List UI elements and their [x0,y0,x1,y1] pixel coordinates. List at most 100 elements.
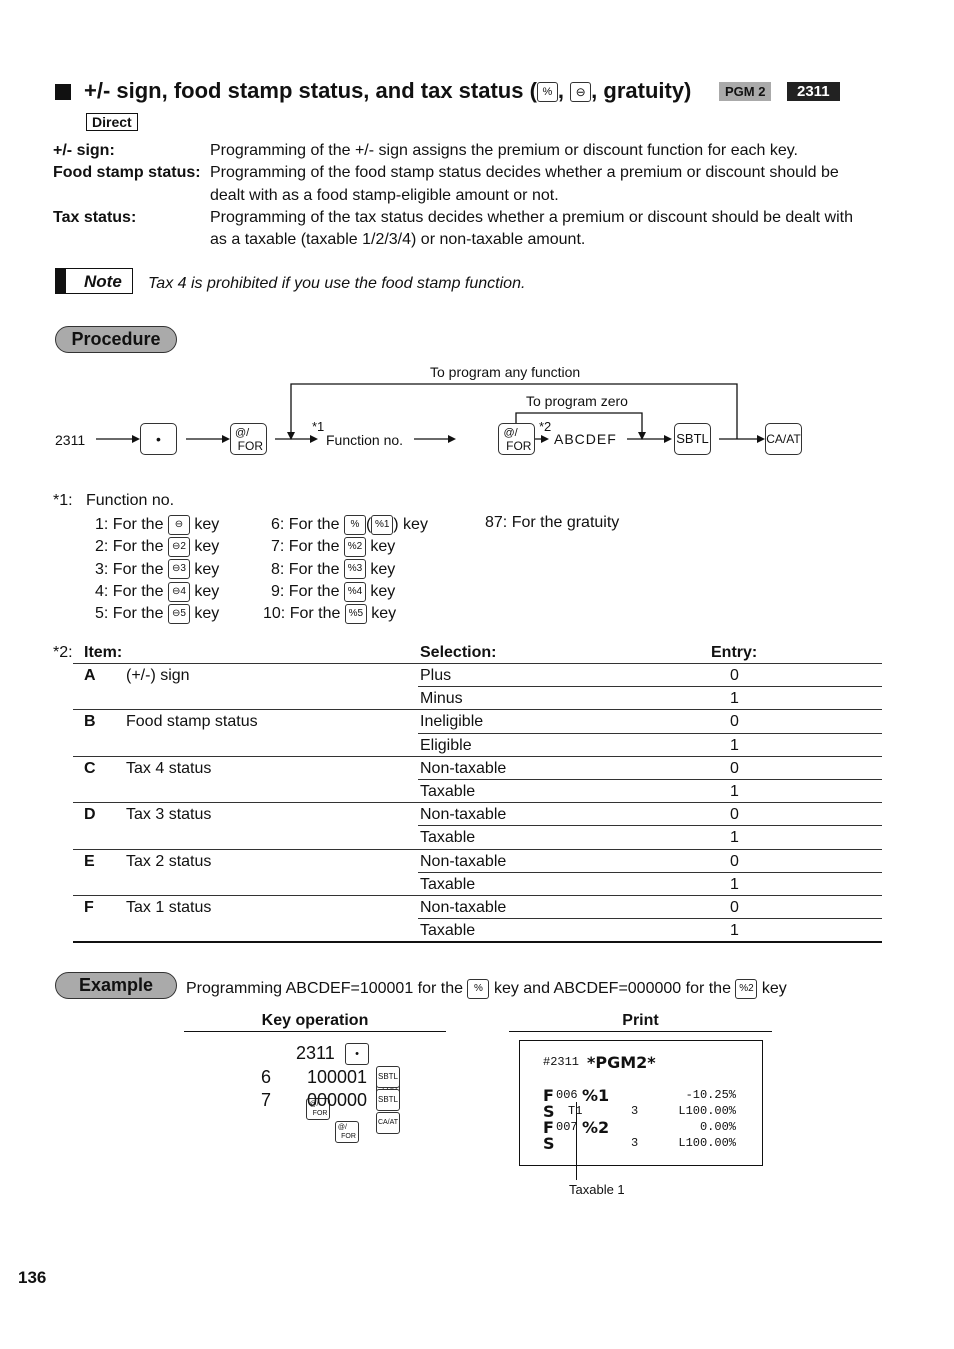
function-title: Function no. [86,492,175,509]
receipt-code: #2311 [543,1055,580,1069]
percent2-key-icon: %2 [735,979,758,999]
function-item: 1: For the ⊖ key [95,514,220,535]
table-subrule [418,825,882,827]
row-item: Tax 4 status [126,759,212,777]
example-text-2: key and ABCDEF=000000 for the [493,980,731,998]
row-entry: 1 [730,783,739,800]
row-entry: 1 [730,829,739,847]
dot-key: • [345,1043,369,1065]
table-subrule [418,686,882,688]
row-item: (+/-) sign [126,667,190,684]
procedure-flow-lines [96,383,765,443]
row-entry: 0 [730,899,739,916]
print-rule [509,1031,772,1032]
row-selection: Taxable [420,875,476,893]
table-subrule [418,871,882,873]
receipt-r4-num: 3 [631,1136,639,1150]
table-subrule [418,732,882,734]
row-selection: Non-taxable [420,759,507,777]
function-key-icon: ⊖2 [167,537,190,558]
row-letter: D [84,806,96,824]
row-selection: Ineligible [420,713,484,731]
table-header-item: Item: [84,644,123,661]
op-line3-val: 000000 [307,1090,368,1110]
example-text-1: Programming ABCDEF=100001 for the [186,980,464,998]
receipt-r2-val: L100.00% [678,1104,736,1118]
row-selection: Non-taxable [420,806,507,824]
for-key: @/FOR [334,1121,359,1143]
sbtl-key: SBTL [376,1089,400,1111]
function-key-icon: %3 [343,559,366,580]
page-number: 136 [18,1268,47,1287]
table-header-selection: Selection: [420,644,497,661]
row-selection: Taxable [420,829,476,847]
table-rule [73,848,882,850]
function-key-icon: ⊖4 [167,581,190,602]
receipt-r1-val: -10.25% [685,1088,736,1102]
row-entry: 0 [730,713,739,731]
function-col-2: 6: For the %(%1) key 7: For the %2 key 8… [263,514,428,625]
row-entry: 1 [730,736,739,754]
example-description: Programming ABCDEF=100001 for the % key … [186,979,787,999]
function-item: 2: For the ⊖2 key [95,537,220,558]
table-rule [73,755,882,757]
receipt-pgm: *PGM2* [587,1053,656,1072]
receipt-r3-val: 0.00% [699,1120,736,1134]
row-item: Tax 1 status [126,899,212,916]
row-item: Food stamp status [126,713,258,731]
op-line3-pre: 7 [261,1090,272,1110]
receipt-r1-key: %1 [582,1086,610,1105]
row-letter: F [84,899,94,916]
function-key-icon: ⊖ [167,514,190,535]
table-header-entry: Entry: [711,644,758,661]
row-selection: Plus [420,667,452,684]
print-header: Print [622,1012,659,1029]
row-entry: 1 [730,875,739,893]
receipt-r3-key: %2 [582,1118,610,1137]
row-letter: E [84,852,95,870]
table-subrule [418,918,882,920]
example-badge: Example [55,972,177,999]
receipt-r4-s: S [543,1134,555,1153]
dot-key: • [140,423,177,455]
function-key-icon: %2 [343,537,366,558]
caat-key: CA/AT [765,423,802,455]
row-entry: 0 [730,759,739,777]
row-selection: Taxable [420,922,476,940]
function-ref: *1: [53,492,73,509]
row-selection: Non-taxable [420,852,507,870]
for-key-bottom: FOR [237,439,263,453]
abc-ref: *2 [539,419,552,434]
sbtl-key: SBTL [674,423,711,455]
receipt-r3-num: 007 [556,1120,578,1134]
caat-key: CA/AT [376,1112,400,1134]
function-item: 7: For the %2 key [271,537,396,558]
for-key-2: @/ FOR [498,423,536,455]
row-selection: Non-taxable [420,899,507,916]
loop-zero-label: To program zero [526,393,628,409]
example-text-3: key [761,980,787,998]
row-entry: 0 [730,806,739,824]
function-key-icon: ⊖5 [167,603,190,624]
callout-line [576,1102,577,1180]
row-entry: 0 [730,667,739,684]
row-item: Tax 3 status [126,806,212,824]
key-operation-header: Key operation [261,1012,369,1029]
receipt-print: #2311 *PGM2* F 006 %1 -10.25% S T1 3 L10… [519,1040,763,1166]
row-item: Tax 2 status [126,852,212,870]
row-letter: C [84,759,96,777]
function-alt-key-icon: %1 [371,514,394,535]
receipt-r2-num: 3 [631,1104,639,1118]
function-key-icon: %4 [343,581,366,602]
function-item: 10: For the %5 key [263,603,397,624]
receipt-r4-val: L100.00% [678,1136,736,1150]
loop-any-label: To program any function [430,364,581,380]
key-operation-rule [184,1031,446,1032]
function-key-icon: ⊖3 [167,559,190,580]
table-subrule [418,779,882,780]
callout-label: Taxable 1 [569,1182,625,1197]
fn-ref: *1 [312,419,325,434]
function-col-1: 1: For the ⊖ key 2: For the ⊖2 key 3: Fo… [95,514,219,625]
table-rule [73,802,882,804]
function-key-icon: % [343,514,366,535]
